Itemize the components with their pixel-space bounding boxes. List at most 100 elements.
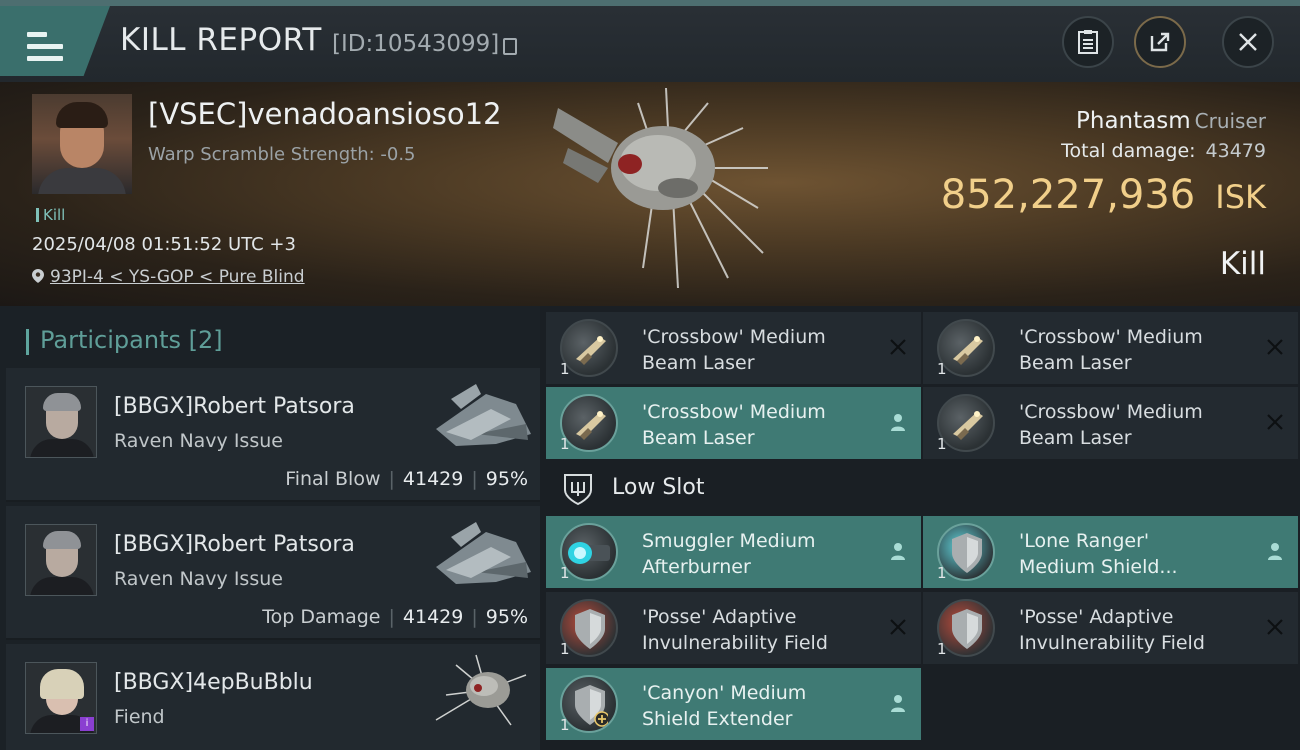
close-button[interactable]: [1222, 16, 1274, 68]
share-icon: [1150, 32, 1170, 52]
close-icon: [1239, 33, 1257, 51]
report-id: [ID:10543099]: [332, 31, 500, 57]
isk-unit: ISK: [1215, 178, 1266, 216]
module-item[interactable]: 1 'Canyon' Medium Shield Extender: [546, 668, 921, 740]
raven-navy-issue-ship-image: [436, 384, 531, 446]
participant-percent: 95%: [485, 468, 528, 490]
module-item[interactable]: 1 Smuggler Medium Afterburner: [546, 516, 921, 588]
copy-icon[interactable]: [503, 38, 517, 55]
location-link[interactable]: 93PI-4 < YS-GOP < Pure Blind: [50, 267, 305, 287]
participant-ship: Fiend: [114, 706, 165, 728]
module-name: Smuggler Medium Afterburner: [642, 530, 816, 578]
module-name: 'Crossbow' Medium Beam Laser: [642, 401, 826, 449]
destroyed-icon: [1264, 411, 1286, 433]
module-item[interactable]: 1 'Crossbow' Medium Beam Laser: [923, 387, 1298, 459]
page-title: KILL REPORT: [120, 22, 322, 58]
participant-row[interactable]: [BBGX]Robert Patsora Raven Navy Issue To…: [6, 506, 540, 640]
participant-stat-label: Top Damage: [262, 606, 381, 628]
destroyed-icon: [1264, 336, 1286, 358]
total-damage: Total damage: 43479: [1061, 140, 1266, 162]
participant-name: [BBGX]Robert Patsora: [114, 532, 355, 557]
destroyed-icon: [1264, 616, 1286, 638]
victim-name[interactable]: [VSEC]venadoansioso12: [148, 97, 502, 131]
dropped-person-icon: [1264, 540, 1286, 562]
clipboard-button[interactable]: [1062, 16, 1114, 68]
module-quantity: 1: [560, 716, 570, 734]
isk-value: 852,227,936 ISK: [941, 172, 1266, 218]
victim-ship: Phantasm Cruiser: [1076, 108, 1266, 134]
participant-ship: Raven Navy Issue: [114, 430, 283, 452]
result-label: Kill: [1219, 246, 1266, 282]
participant-name: [BBGX]4epBuBblu: [114, 670, 313, 695]
ship-name: Phantasm: [1076, 108, 1191, 134]
participant-stats: Final Blow | 41429 | 95%: [285, 468, 528, 490]
module-item[interactable]: 1 'Posse' Adaptive Invulnerability Field: [923, 592, 1298, 664]
participants-count: [2]: [188, 326, 223, 354]
menu-icon: [27, 32, 63, 62]
destroyed-icon: [887, 616, 909, 638]
avatar: [25, 524, 97, 596]
module-name: 'Lone Ranger' Medium Shield...: [1019, 530, 1178, 578]
module-item[interactable]: 1 'Crossbow' Medium Beam Laser: [923, 312, 1298, 384]
participants-label: Participants: [40, 326, 181, 354]
ship-class: Cruiser: [1194, 109, 1266, 133]
participant-percent: 95%: [485, 606, 528, 628]
module-quantity: 1: [560, 435, 570, 453]
total-damage-value: 43479: [1205, 140, 1266, 162]
avatar: [25, 386, 97, 458]
kill-tag: Kill: [36, 206, 65, 224]
low-slot-label: Low Slot: [612, 475, 705, 500]
kill-summary-banner: [VSEC]venadoansioso12 Warp Scramble Stre…: [0, 82, 1300, 306]
participant-name: [BBGX]Robert Patsora: [114, 394, 355, 419]
participant-ship: Raven Navy Issue: [114, 568, 283, 590]
fitted-modules-panel: 1 'Crossbow' Medium Beam Laser 1 'Crossbo…: [540, 306, 1300, 750]
module-quantity: 1: [560, 640, 570, 658]
total-damage-label: Total damage:: [1061, 140, 1196, 162]
avatar: i: [25, 662, 97, 734]
low-slot-icon: [564, 474, 592, 506]
module-quantity: 1: [560, 564, 570, 582]
participant-row[interactable]: i [BBGX]4epBuBblu Fiend: [6, 644, 540, 750]
destroyed-icon: [887, 336, 909, 358]
dropped-person-icon: [887, 540, 909, 562]
header-topline: [0, 0, 1300, 6]
module-name: 'Crossbow' Medium Beam Laser: [1019, 401, 1203, 449]
module-name: 'Canyon' Medium Shield Extender: [642, 682, 807, 730]
module-quantity: 1: [560, 360, 570, 378]
module-item[interactable]: 1 'Lone Ranger' Medium Shield...: [923, 516, 1298, 588]
participants-panel: Participants [2] [BBGX]Robert Patsora Ra…: [0, 306, 540, 750]
victim-ship-image: [553, 88, 768, 289]
module-name: 'Crossbow' Medium Beam Laser: [642, 326, 826, 374]
module-name: 'Crossbow' Medium Beam Laser: [1019, 326, 1203, 374]
module-item[interactable]: 1 'Posse' Adaptive Invulnerability Field: [546, 592, 921, 664]
location-pin-icon: [32, 269, 44, 283]
share-button[interactable]: [1134, 16, 1186, 68]
module-quantity: 1: [937, 435, 947, 453]
module-name: 'Posse' Adaptive Invulnerability Field: [642, 606, 828, 654]
module-quantity: 1: [937, 564, 947, 582]
header-bar: KILL REPORT [ID:10543099]: [0, 0, 1300, 82]
dropped-person-icon: [887, 411, 909, 433]
raven-navy-issue-ship-image: [436, 522, 531, 584]
menu-button[interactable]: [0, 6, 110, 76]
victim-portrait[interactable]: [32, 94, 132, 194]
participant-damage: 41429: [402, 606, 464, 628]
kill-timestamp: 2025/04/08 01:51:52 UTC +3: [32, 234, 296, 255]
participants-header: Participants [2]: [26, 326, 223, 355]
participant-stat-label: Final Blow: [285, 468, 381, 490]
warp-scramble-strength: Warp Scramble Strength: -0.5: [148, 144, 416, 165]
module-quantity: 1: [937, 640, 947, 658]
participant-damage: 41429: [402, 468, 464, 490]
clipboard-icon: [1078, 30, 1098, 54]
omega-badge-icon: i: [80, 717, 94, 731]
isk-amount: 852,227,936: [940, 172, 1196, 218]
kill-location[interactable]: 93PI-4 < YS-GOP < Pure Blind: [32, 267, 305, 287]
module-quantity: 1: [937, 360, 947, 378]
module-name: 'Posse' Adaptive Invulnerability Field: [1019, 606, 1205, 654]
participant-row[interactable]: [BBGX]Robert Patsora Raven Navy Issue Fi…: [6, 368, 540, 502]
participant-stats: Top Damage | 41429 | 95%: [262, 606, 528, 628]
fiend-ship-image: [435, 654, 527, 726]
module-item[interactable]: 1 'Crossbow' Medium Beam Laser: [546, 312, 921, 384]
module-item[interactable]: 1 'Crossbow' Medium Beam Laser: [546, 387, 921, 459]
dropped-person-icon: [887, 692, 909, 714]
